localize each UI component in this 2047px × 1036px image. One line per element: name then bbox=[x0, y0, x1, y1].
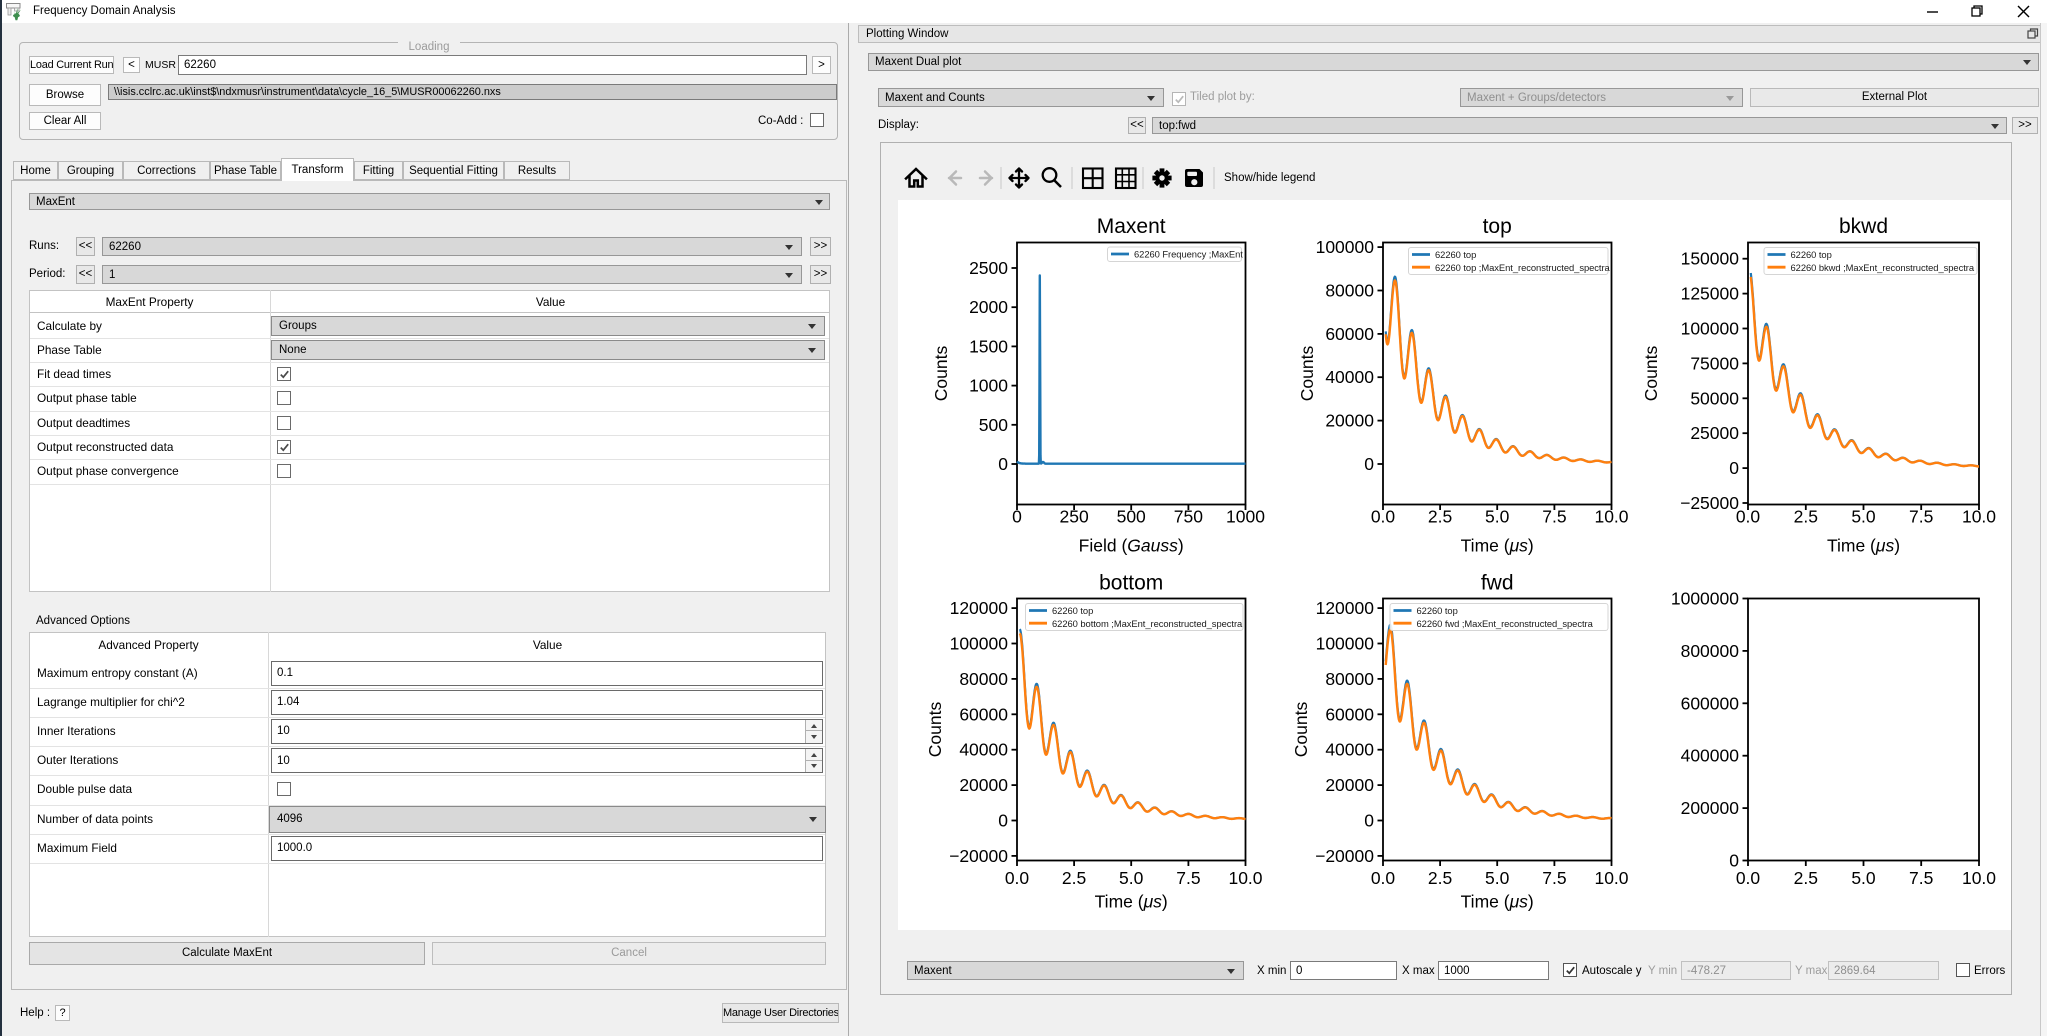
svg-text:0: 0 bbox=[1729, 458, 1739, 478]
svg-text:100000: 100000 bbox=[1316, 237, 1375, 257]
svg-text:2000: 2000 bbox=[969, 297, 1008, 317]
svg-text:20000: 20000 bbox=[1325, 411, 1374, 431]
svg-text:7.5: 7.5 bbox=[1909, 507, 1933, 527]
svg-text:50000: 50000 bbox=[1690, 388, 1739, 408]
svg-text:Time (μs): Time (μs) bbox=[1461, 536, 1534, 556]
svg-text:10.0: 10.0 bbox=[1228, 868, 1262, 888]
svg-text:Counts: Counts bbox=[1291, 702, 1311, 758]
svg-text:62260 fwd ;MaxEnt_reconstructe: 62260 fwd ;MaxEnt_reconstructed_spectra bbox=[1417, 618, 1594, 629]
svg-text:5.0: 5.0 bbox=[1485, 507, 1510, 527]
svg-text:40000: 40000 bbox=[1325, 740, 1374, 760]
svg-text:2.5: 2.5 bbox=[1428, 868, 1452, 888]
svg-text:100000: 100000 bbox=[1681, 319, 1740, 339]
svg-text:0: 0 bbox=[1364, 811, 1374, 831]
svg-text:0: 0 bbox=[998, 811, 1008, 831]
svg-text:5.0: 5.0 bbox=[1851, 868, 1876, 888]
svg-text:60000: 60000 bbox=[1325, 704, 1374, 724]
svg-text:7.5: 7.5 bbox=[1176, 868, 1200, 888]
svg-text:7.5: 7.5 bbox=[1542, 868, 1566, 888]
svg-text:62260 top: 62260 top bbox=[1791, 249, 1832, 260]
svg-text:62260 Frequency ;MaxEnt: 62260 Frequency ;MaxEnt bbox=[1134, 249, 1243, 260]
svg-text:1000000: 1000000 bbox=[1671, 589, 1739, 609]
svg-text:0.0: 0.0 bbox=[1005, 868, 1030, 888]
svg-text:−25000: −25000 bbox=[1680, 493, 1739, 513]
svg-text:fwd: fwd bbox=[1481, 572, 1514, 595]
svg-text:10.0: 10.0 bbox=[1594, 507, 1628, 527]
svg-text:600000: 600000 bbox=[1681, 693, 1740, 713]
svg-text:120000: 120000 bbox=[950, 598, 1009, 618]
svg-text:Time (μs): Time (μs) bbox=[1095, 892, 1168, 912]
svg-text:0: 0 bbox=[1364, 454, 1374, 474]
svg-text:bottom: bottom bbox=[1099, 572, 1163, 595]
svg-text:20000: 20000 bbox=[1325, 775, 1374, 795]
svg-text:80000: 80000 bbox=[1325, 669, 1374, 689]
svg-text:100000: 100000 bbox=[1316, 634, 1375, 654]
svg-text:60000: 60000 bbox=[959, 704, 1008, 724]
svg-text:62260 bottom ;MaxEnt_reconstru: 62260 bottom ;MaxEnt_reconstructed_spect… bbox=[1052, 618, 1243, 629]
svg-text:62260 top: 62260 top bbox=[1052, 605, 1093, 616]
svg-text:0: 0 bbox=[998, 454, 1008, 474]
svg-text:0.0: 0.0 bbox=[1736, 507, 1761, 527]
svg-text:−20000: −20000 bbox=[1315, 846, 1374, 866]
svg-text:10.0: 10.0 bbox=[1962, 507, 1996, 527]
svg-text:150000: 150000 bbox=[1681, 249, 1740, 269]
svg-text:0: 0 bbox=[1012, 507, 1022, 527]
svg-text:1000: 1000 bbox=[1226, 507, 1265, 527]
svg-text:−20000: −20000 bbox=[949, 846, 1008, 866]
svg-text:40000: 40000 bbox=[1325, 367, 1374, 387]
svg-text:Counts: Counts bbox=[925, 702, 945, 758]
svg-text:75000: 75000 bbox=[1690, 353, 1739, 373]
svg-text:62260 top: 62260 top bbox=[1417, 605, 1458, 616]
svg-text:10.0: 10.0 bbox=[1962, 868, 1996, 888]
svg-text:7.5: 7.5 bbox=[1542, 507, 1566, 527]
svg-text:5.0: 5.0 bbox=[1119, 868, 1144, 888]
svg-text:0.0: 0.0 bbox=[1371, 868, 1396, 888]
svg-text:Counts: Counts bbox=[931, 346, 951, 402]
svg-text:Field (Gauss): Field (Gauss) bbox=[1079, 536, 1184, 556]
svg-text:Counts: Counts bbox=[1297, 346, 1317, 402]
svg-text:120000: 120000 bbox=[1316, 598, 1375, 618]
svg-text:Maxent: Maxent bbox=[1097, 215, 1166, 238]
svg-text:5.0: 5.0 bbox=[1851, 507, 1876, 527]
svg-text:125000: 125000 bbox=[1681, 284, 1740, 304]
svg-text:20000: 20000 bbox=[959, 775, 1008, 795]
svg-text:top: top bbox=[1483, 215, 1512, 238]
svg-text:2.5: 2.5 bbox=[1428, 507, 1452, 527]
svg-text:2.5: 2.5 bbox=[1062, 868, 1086, 888]
svg-text:5.0: 5.0 bbox=[1485, 868, 1510, 888]
svg-text:1000: 1000 bbox=[969, 376, 1008, 396]
svg-text:7.5: 7.5 bbox=[1909, 868, 1933, 888]
svg-text:Counts: Counts bbox=[1641, 346, 1661, 402]
svg-text:40000: 40000 bbox=[959, 740, 1008, 760]
svg-text:400000: 400000 bbox=[1681, 746, 1740, 766]
svg-text:0.0: 0.0 bbox=[1371, 507, 1396, 527]
svg-text:500: 500 bbox=[1117, 507, 1146, 527]
svg-text:100000: 100000 bbox=[950, 634, 1009, 654]
svg-text:250: 250 bbox=[1059, 507, 1088, 527]
svg-text:60000: 60000 bbox=[1325, 324, 1374, 344]
svg-text:Time (μs): Time (μs) bbox=[1827, 536, 1900, 556]
svg-text:0.0: 0.0 bbox=[1736, 868, 1761, 888]
svg-text:80000: 80000 bbox=[1325, 281, 1374, 301]
svg-text:200000: 200000 bbox=[1681, 798, 1740, 818]
svg-text:bkwd: bkwd bbox=[1839, 215, 1888, 238]
svg-text:62260 top ;MaxEnt_reconstructe: 62260 top ;MaxEnt_reconstructed_spectra bbox=[1435, 262, 1611, 273]
svg-text:25000: 25000 bbox=[1690, 423, 1739, 443]
svg-text:750: 750 bbox=[1174, 507, 1203, 527]
svg-text:62260 bkwd ;MaxEnt_reconstruct: 62260 bkwd ;MaxEnt_reconstructed_spectra bbox=[1791, 262, 1975, 273]
svg-text:800000: 800000 bbox=[1681, 641, 1740, 661]
svg-text:2.5: 2.5 bbox=[1794, 507, 1818, 527]
svg-text:2.5: 2.5 bbox=[1794, 868, 1818, 888]
svg-text:80000: 80000 bbox=[959, 669, 1008, 689]
svg-text:1500: 1500 bbox=[969, 336, 1008, 356]
svg-text:500: 500 bbox=[979, 415, 1008, 435]
svg-text:10.0: 10.0 bbox=[1594, 868, 1628, 888]
svg-text:2500: 2500 bbox=[969, 258, 1008, 278]
svg-text:62260 top: 62260 top bbox=[1435, 249, 1476, 260]
svg-text:Time (μs): Time (μs) bbox=[1461, 892, 1534, 912]
